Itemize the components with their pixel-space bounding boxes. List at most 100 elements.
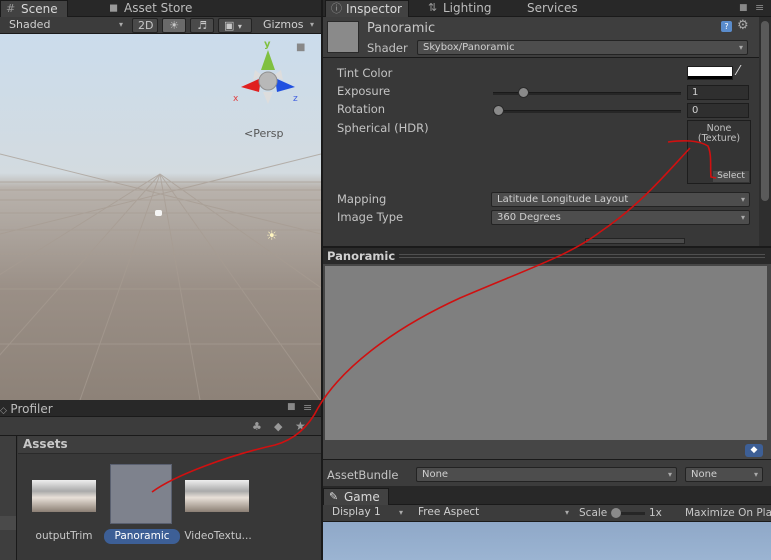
tab-game[interactable]: ✎ Game (323, 488, 389, 505)
exposure-label: Exposure (337, 84, 391, 98)
scrollbar-thumb[interactable] (761, 21, 769, 201)
maximize-on-play-button[interactable]: Maximize On Pla (685, 507, 771, 519)
inspector-scrollbar[interactable] (759, 17, 771, 246)
toggle-2d-button[interactable]: 2D (132, 18, 158, 33)
eyedropper-icon[interactable]: ⁄ (737, 64, 739, 79)
scene-effects-button[interactable]: ▣ ▾ (218, 18, 252, 33)
rotation-field[interactable]: 0 (687, 103, 749, 118)
tab-profiler[interactable]: ◇ Profiler (0, 402, 53, 417)
rotation-label: Rotation (337, 102, 386, 116)
tab-services-label: Services (527, 1, 578, 15)
shader-value: Skybox/Panoramic (423, 42, 515, 53)
tab-game-label: Game (344, 490, 380, 504)
assetbundle-dropdown[interactable]: None ▾ (416, 467, 677, 482)
material-header: Panoramic Shader Skybox/Panoramic ▾ ? ⚙ (323, 17, 759, 58)
material-name: Panoramic (367, 21, 436, 36)
mapping-label: Mapping (337, 192, 387, 206)
gizmos-label: Gizmos (263, 18, 304, 31)
lock-icon[interactable]: ■ (739, 3, 748, 13)
gizmos-dropdown[interactable]: Gizmos ▾ (258, 18, 318, 33)
tab-inspector[interactable]: ⓘ Inspector (325, 0, 409, 17)
tab-asset-store[interactable]: ◼ Asset Store (104, 0, 214, 17)
chevron-down-icon: ▾ (667, 470, 672, 479)
scene-audio-button[interactable]: ♬ (190, 18, 214, 33)
gizmo-x-label: x (233, 94, 239, 104)
assetbundle-variant-dropdown[interactable]: None ▾ (685, 467, 763, 482)
rotation-slider-track[interactable] (493, 110, 681, 113)
tab-profiler-label: Profiler (10, 402, 53, 416)
asset-item[interactable]: outputTrim (30, 466, 98, 556)
drag-handle[interactable] (399, 254, 765, 258)
scale-slider-knob[interactable] (611, 508, 621, 518)
material-properties: Tint Color ⁄ Exposure 1 Rotation 0 Spher… (323, 58, 759, 244)
asset-item[interactable]: VideoTextu... (182, 466, 254, 556)
lock-icon[interactable]: ■ (296, 42, 305, 53)
rotation-slider-knob[interactable] (493, 105, 504, 116)
exposure-slider-knob[interactable] (517, 87, 529, 98)
chevron-down-icon: ▾ (309, 20, 314, 29)
texture-slot[interactable]: None (Texture) Select (687, 120, 751, 184)
aspect-value: Free Aspect (418, 506, 480, 518)
tab-inspector-label: Inspector (346, 2, 402, 16)
asset-labels-icon[interactable]: ◆ (745, 444, 763, 457)
speaker-icon: ♬ (197, 19, 207, 32)
menu-icon[interactable]: ≡ (755, 1, 764, 14)
help-icon[interactable]: ? (721, 21, 732, 32)
tab-services[interactable]: Services (513, 0, 583, 17)
scale-value: 1x (649, 507, 662, 519)
shading-dropdown[interactable]: Shaded ▾ (4, 18, 127, 33)
menu-icon[interactable]: ≡ (303, 401, 312, 414)
tab-lighting[interactable]: ⇅ Lighting (423, 0, 503, 17)
chevron-down-icon: ▾ (118, 20, 123, 29)
gear-icon[interactable]: ⚙ (737, 18, 749, 33)
partially-visible-row (585, 238, 685, 244)
scene-lighting-button[interactable]: ☀ (162, 18, 186, 33)
display-dropdown[interactable]: Display 1 ▾ (327, 506, 407, 521)
game-tab-strip: ✎ Game (323, 486, 771, 505)
tint-color-swatch[interactable] (687, 66, 733, 80)
exposure-field[interactable]: 1 (687, 85, 749, 100)
material-thumbnail (110, 464, 172, 524)
scene-viewport[interactable]: y x z ■ <Persp ☀ (0, 34, 321, 400)
persp-toggle[interactable]: <Persp (244, 127, 283, 140)
texture-select-button[interactable]: Select (713, 171, 749, 182)
shader-label: Shader (367, 41, 408, 55)
lock-icon[interactable]: ■ (287, 402, 296, 412)
game-icon: ✎ (329, 490, 339, 503)
image-type-dropdown[interactable]: 360 Degrees ▾ (491, 210, 750, 225)
project-folder-tree[interactable] (0, 436, 17, 560)
material-preview-icon (327, 21, 359, 53)
mapping-dropdown[interactable]: Latitude Longitude Layout ▾ (491, 192, 750, 207)
scale-slider[interactable] (611, 508, 645, 518)
scene-object-marker[interactable] (155, 210, 162, 216)
scene-tab-strip: # Scene ◼ Asset Store (0, 0, 321, 17)
aspect-dropdown[interactable]: Free Aspect ▾ (413, 506, 573, 521)
tab-scene[interactable]: # Scene (0, 0, 68, 17)
game-viewport[interactable] (323, 522, 771, 560)
inspector-tab-strip: ⓘ Inspector ⇅ Lighting Services ■ ≡ (323, 0, 771, 17)
preview-header[interactable]: Panoramic (323, 246, 771, 264)
asset-label: Panoramic (104, 529, 180, 544)
favorite-icon[interactable]: ★ (295, 419, 306, 433)
lighting-icon: ⇅ (428, 1, 438, 14)
spherical-label: Spherical (HDR) (337, 121, 429, 135)
directional-light-icon[interactable]: ☀ (266, 229, 278, 244)
assetbundle-variant-value: None (691, 469, 718, 480)
filter-by-type-icon[interactable]: ♣ (252, 420, 262, 433)
game-toolbar: Display 1 ▾ Free Aspect ▾ Scale 1x Maxim… (323, 505, 771, 522)
folder-tree-row[interactable] (0, 516, 16, 530)
preview-sphere-render (325, 266, 767, 440)
gizmo-z-label: z (293, 94, 298, 104)
assetbundle-bar: AssetBundle None ▾ None ▾ (323, 459, 771, 486)
preview-pane[interactable]: ◆ (323, 264, 771, 459)
filter-by-label-icon[interactable]: ◆ (274, 420, 282, 433)
tab-lighting-label: Lighting (443, 1, 492, 15)
asset-item-selected[interactable]: Panoramic (104, 464, 180, 556)
chevron-down-icon: ▾ (738, 43, 743, 52)
orientation-gizmo[interactable] (233, 40, 303, 116)
asset-label: outputTrim (35, 530, 93, 542)
shader-dropdown[interactable]: Skybox/Panoramic ▾ (417, 40, 748, 55)
tint-color-label: Tint Color (337, 66, 393, 80)
assets-pane: Assets outputTrim Panoramic VideoTextu..… (18, 436, 321, 560)
alpha-bar (688, 76, 732, 79)
